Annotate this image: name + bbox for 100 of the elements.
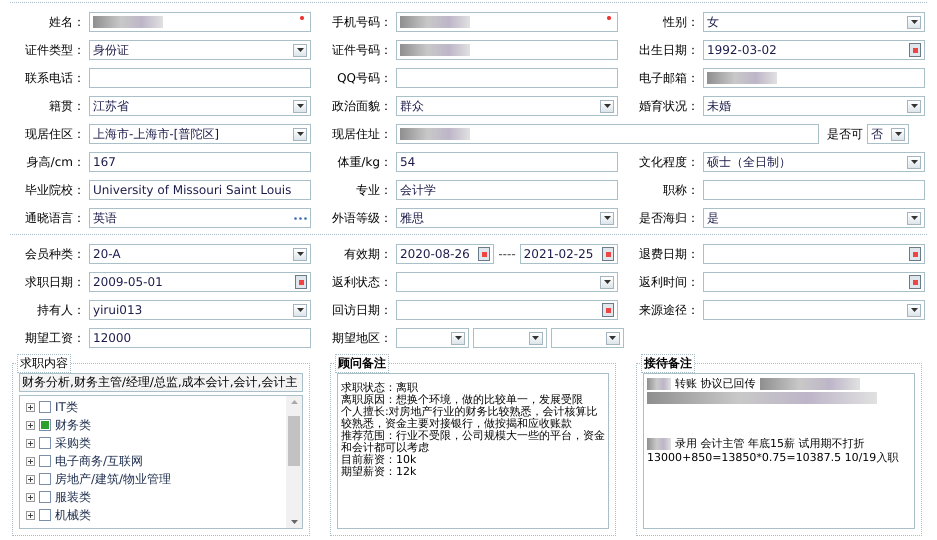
text-field[interactable]: 会计学 [396,180,618,200]
text-field[interactable] [703,68,925,88]
dropdown-field[interactable] [550,328,624,348]
field-label: 期望地区： [331,330,392,346]
dropdown-field[interactable] [396,272,618,292]
dropdown-field[interactable] [703,300,925,320]
dropdown-caret-icon[interactable] [293,100,307,112]
lookup-field[interactable]: 英语 [89,208,311,228]
text-field[interactable] [396,12,618,32]
expand-icon[interactable] [26,402,35,412]
dropdown-field[interactable]: 硕士（全日制） [703,152,925,172]
dropdown-caret-icon[interactable] [600,100,614,112]
dropdown-field[interactable]: yirui013 [89,300,311,320]
calendar-icon[interactable] [909,43,921,57]
calendar-icon[interactable] [478,247,490,261]
text-field[interactable]: 167 [89,152,311,172]
dropdown-field[interactable]: 否 [867,124,909,144]
scroll-up-icon[interactable] [290,400,298,404]
dropdown-caret-icon[interactable] [606,332,620,344]
dropdown-field[interactable]: 群众 [396,96,618,116]
text-field[interactable] [89,68,311,88]
dropdown-field[interactable]: 身份证 [89,40,311,60]
expand-icon[interactable] [26,510,35,520]
calendar-icon[interactable] [602,303,614,317]
checkbox[interactable] [39,455,51,467]
checkbox[interactable] [39,419,51,431]
date-field[interactable]: 1992-03-02 [703,40,925,60]
dropdown-caret-icon[interactable] [293,304,307,316]
expand-icon[interactable] [26,492,35,502]
note-text: 个人擅长:对房地产行业的财务比较熟悉，会计核算比较熟悉，资金主要对接银行，做按揭和应收账款 [341,406,599,430]
note-text: 离职原因：想换个环境，做的比较单一，发展受限 [341,394,584,406]
text-field[interactable]: 54 [396,152,618,172]
calendar-icon[interactable] [295,275,307,289]
notes-textarea[interactable]: 求职状态：离职 离职原因：想换个环境，做的比较单一，发展受限 个人擅长:对房地产行业的财务比较熟悉，会计核算比较熟悉，资金主要对接银行，做按揭和应收账款 推荐范围：行业不受限，公司规模大一些的平台，资金和会计都可以考虑 目前薪资：10k 期望薪资：12k [337,373,609,529]
date-field[interactable] [703,244,925,264]
scrollbar[interactable] [286,396,302,528]
note-text: 录用 会计主管 年底15薪 试用期不打折 [675,438,864,450]
field-label: 是否可 [827,126,863,142]
text-field[interactable] [703,180,925,200]
checkbox[interactable] [39,509,51,521]
dropdown-caret-icon[interactable] [528,332,543,344]
tree-item[interactable]: IT类 [55,398,78,416]
dropdown-caret-icon[interactable] [907,304,921,316]
ellipsis-icon[interactable] [294,216,307,220]
dropdown-caret-icon[interactable] [907,212,921,224]
dropdown-caret-icon[interactable] [600,212,614,224]
scroll-down-icon[interactable] [290,520,298,524]
tree-item[interactable]: 机械类 [55,506,91,524]
text-field[interactable]: University of Missouri Saint Louis [89,180,311,200]
dropdown-caret-icon[interactable] [293,128,307,140]
date-field[interactable] [703,272,925,292]
checkbox[interactable] [39,401,51,413]
calendar-icon[interactable] [602,247,614,261]
checkbox[interactable] [39,437,51,449]
dropdown-field[interactable]: 20-A [89,244,311,264]
dropdown-field[interactable]: 是 [703,208,925,228]
field-label: 体重/kg： [336,154,392,170]
checkbox[interactable] [39,473,51,485]
field-label: 政治面貌： [331,98,392,114]
field-label: 毕业院校： [24,182,85,198]
tree-item[interactable]: 电子商务/互联网 [55,452,144,470]
text-field[interactable] [396,68,618,88]
dropdown-field[interactable] [473,328,547,348]
text-field[interactable] [396,124,819,144]
selected-jobs-field[interactable]: 财务分析,财务主管/经理/总监,成本会计,会计,会计主 [19,373,303,392]
dropdown-caret-icon[interactable] [907,16,921,28]
expand-icon[interactable] [26,456,35,466]
dropdown-field[interactable] [396,328,470,348]
calendar-icon[interactable] [909,247,921,261]
dropdown-caret-icon[interactable] [293,44,307,56]
checkbox[interactable] [39,491,51,503]
notes-textarea[interactable]: 转账 协议已回传 录用 会计主管 年底15薪 试用期不打折 13000+850=13850*0.75=10387.5 10/19入职 [643,373,915,529]
dropdown-field[interactable]: 女 [703,12,925,32]
field-label: 外语等级： [331,210,392,226]
dropdown-caret-icon[interactable] [600,276,614,288]
date-field[interactable]: 2021-02-25 [520,244,618,264]
date-field[interactable] [396,300,618,320]
tree-item[interactable]: 财务类 [55,416,91,434]
dropdown-caret-icon[interactable] [293,248,307,260]
dropdown-field[interactable]: 上海市-上海市-[普陀区] [89,124,311,144]
dropdown-field[interactable]: 未婚 [703,96,925,116]
tree-item[interactable]: 采购类 [55,434,91,452]
dropdown-caret-icon[interactable] [907,156,921,168]
tree-item[interactable]: 房地产/建筑/物业管理 [55,470,172,488]
text-field[interactable] [89,12,311,32]
blurred-text [647,378,671,390]
dropdown-caret-icon[interactable] [891,128,905,140]
date-field[interactable]: 2020-08-26 [396,244,494,264]
dropdown-caret-icon[interactable] [451,332,466,344]
dropdown-caret-icon[interactable] [907,100,921,112]
calendar-icon[interactable] [909,275,921,289]
text-field[interactable] [396,40,618,60]
date-field[interactable]: 2009-05-01 [89,272,311,292]
dropdown-field[interactable]: 雅思 [396,208,618,228]
expand-icon[interactable] [26,474,35,484]
tree-item[interactable]: 服装类 [55,488,91,506]
text-field[interactable]: 12000 [89,328,311,348]
expand-icon[interactable] [26,438,35,448]
dropdown-field[interactable]: 江苏省 [89,96,311,116]
expand-icon[interactable] [26,420,35,430]
